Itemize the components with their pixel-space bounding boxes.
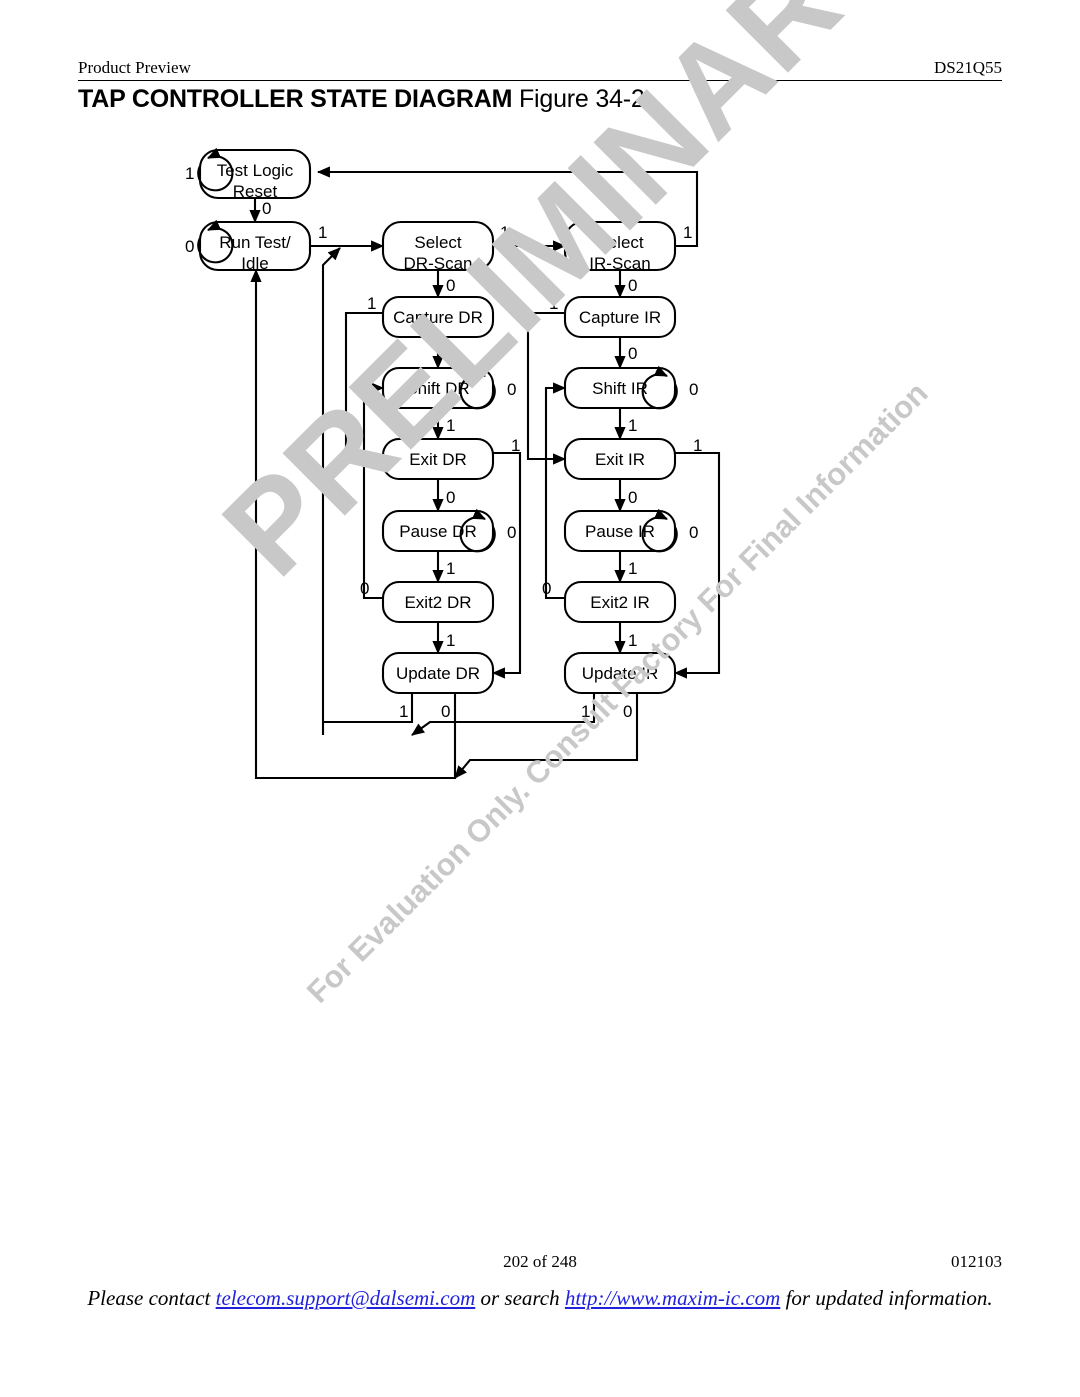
edge-exit2ir-to-shiftir [544, 382, 567, 600]
edge-updateir-1-to-seldr [411, 693, 596, 736]
tap-controller-state-diagram: Test Logic Reset Run Test/ Idle Select D… [0, 0, 1080, 1397]
footer-website-link[interactable]: http://www.maxim-ic.com [565, 1286, 780, 1310]
edge-exitir-to-updateir [673, 451, 721, 679]
footer-contact-middle: or search [475, 1286, 565, 1310]
edge-updateir-0-to-rti [454, 693, 639, 779]
edge-exitdr-to-updatedr [491, 451, 522, 679]
footer-page-number: 202 of 248 [503, 1252, 577, 1271]
node-shape-exit-ir [563, 437, 677, 481]
node-shape-exit2-dr [381, 580, 495, 624]
footer-contact-line: Please contact telecom.support@dalsemi.c… [78, 1284, 1002, 1312]
state-diagram-graphics [197, 147, 721, 780]
footer-document-date: 012103 [951, 1252, 1002, 1271]
footer-page-info: 202 of 248 012103 [78, 1252, 1002, 1274]
footer-contact-suffix: for updated information. [780, 1286, 993, 1310]
node-shape-capture-ir [563, 295, 677, 339]
node-shape-select-dr-scan [381, 220, 495, 272]
footer-contact-prefix: Please contact [87, 1286, 216, 1310]
node-shape-exit2-ir [563, 580, 677, 624]
node-shape-capture-dr [381, 295, 495, 339]
node-shape-update-ir [563, 651, 677, 695]
footer-support-email-link[interactable]: telecom.support@dalsemi.com [216, 1286, 476, 1310]
node-shape-exit-dr [381, 437, 495, 481]
edge-exit2dr-to-shiftdr [362, 382, 385, 600]
node-shape-select-ir-scan [563, 220, 677, 272]
node-shape-update-dr [381, 651, 495, 695]
